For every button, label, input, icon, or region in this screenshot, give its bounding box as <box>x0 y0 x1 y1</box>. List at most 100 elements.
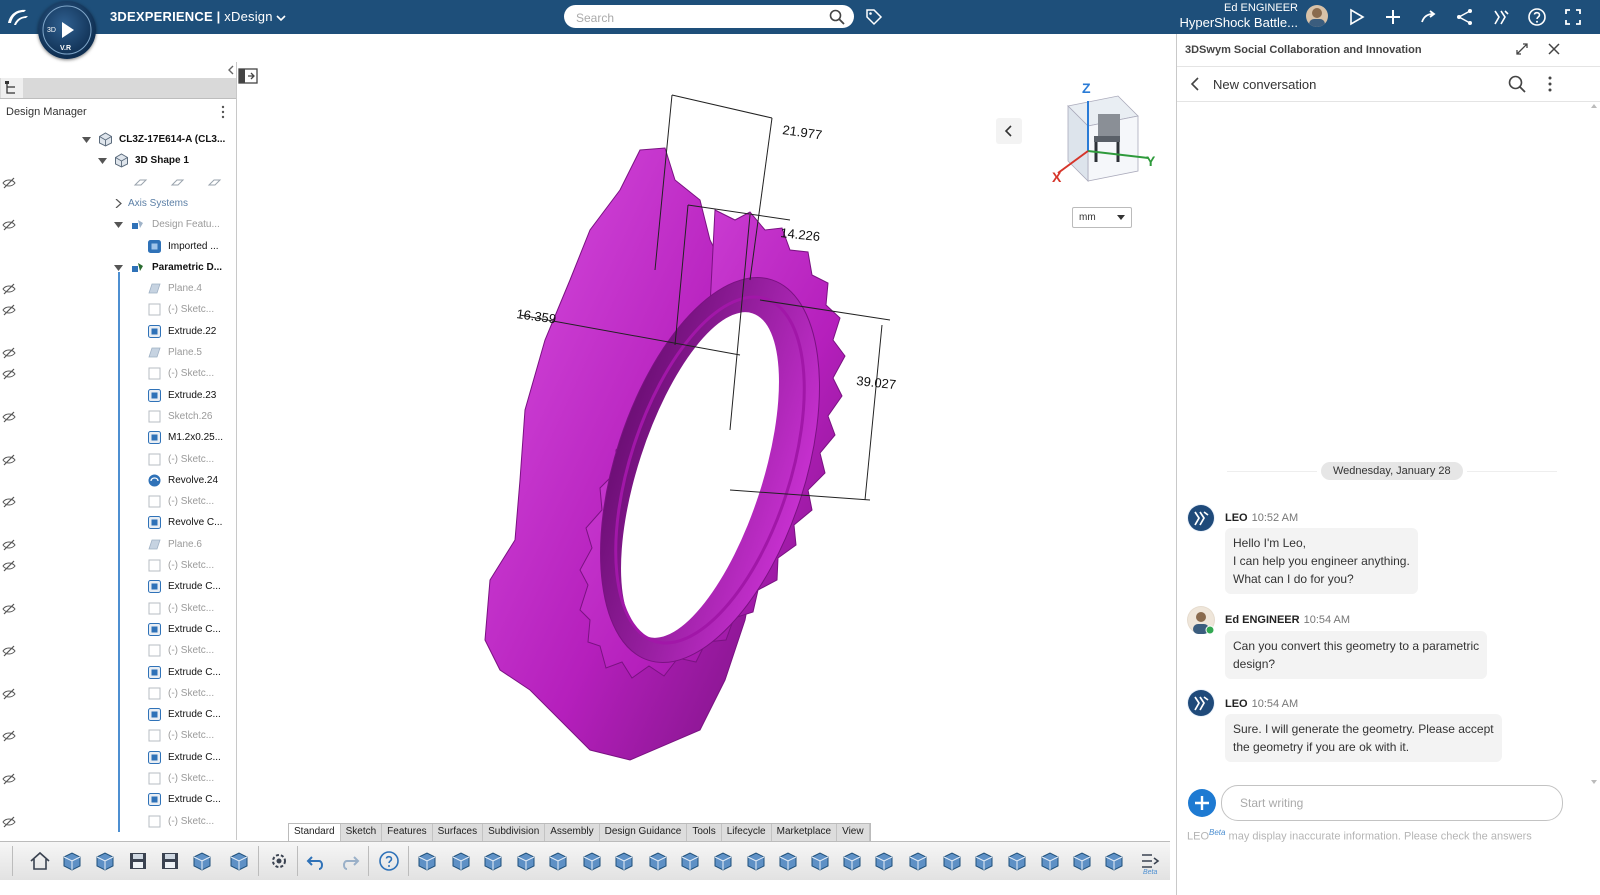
sweep-icon[interactable] <box>514 849 538 873</box>
tab-subdivision[interactable]: Subdivision <box>483 824 546 842</box>
tree-row[interactable]: CL3Z-17E614-A (CL3... <box>0 130 236 150</box>
pattern-icon[interactable] <box>808 849 832 873</box>
tree-row[interactable] <box>0 173 236 193</box>
tree-row[interactable]: Design Featu... <box>0 215 236 235</box>
search-icon[interactable] <box>828 8 846 26</box>
plane-zx-icon[interactable] <box>207 175 222 190</box>
hidden-eye-icon[interactable] <box>2 219 16 231</box>
expand-down-icon[interactable] <box>114 263 123 272</box>
home-icon[interactable] <box>28 849 52 873</box>
combine-icon[interactable] <box>940 849 964 873</box>
hidden-eye-icon[interactable] <box>2 304 16 316</box>
section-icon[interactable] <box>972 849 996 873</box>
shell-icon[interactable] <box>481 849 505 873</box>
hole-icon[interactable] <box>580 849 604 873</box>
tab-view[interactable]: View <box>837 824 870 842</box>
fillet-icon[interactable] <box>612 849 636 873</box>
draft-icon[interactable] <box>711 849 735 873</box>
add-attachment-button[interactable] <box>1188 789 1216 817</box>
undo-icon[interactable] <box>304 849 328 873</box>
tree-row[interactable]: Axis Systems <box>0 194 236 214</box>
options-icon[interactable] <box>227 849 251 873</box>
redo-icon[interactable] <box>338 849 362 873</box>
search-input[interactable] <box>574 8 818 27</box>
expand-right-icon[interactable] <box>114 198 123 208</box>
rib-icon[interactable] <box>840 849 864 873</box>
hidden-eye-icon[interactable] <box>2 688 16 700</box>
dimension-label[interactable]: 16.359 <box>516 306 557 326</box>
compass[interactable]: 3D V.R <box>38 1 96 59</box>
dome-icon[interactable] <box>1070 849 1094 873</box>
network-share-icon[interactable] <box>1454 6 1476 28</box>
expand-icon[interactable] <box>1515 42 1529 56</box>
leo-avatar[interactable] <box>1187 504 1215 532</box>
tab-design-guidance[interactable]: Design Guidance <box>600 824 688 842</box>
new-icon[interactable] <box>60 849 84 873</box>
save-as-icon[interactable] <box>158 849 182 873</box>
split-icon[interactable] <box>678 849 702 873</box>
hidden-eye-icon[interactable] <box>2 496 16 508</box>
tab-tools[interactable]: Tools <box>687 824 722 842</box>
chat-scrollbar[interactable] <box>1590 104 1598 784</box>
box-icon[interactable] <box>415 849 439 873</box>
hidden-eye-icon[interactable] <box>2 645 16 657</box>
expand-down-icon[interactable] <box>98 156 107 165</box>
hidden-eye-icon[interactable] <box>2 454 16 466</box>
hidden-eye-icon[interactable] <box>2 603 16 615</box>
help-icon[interactable] <box>1526 6 1548 28</box>
sprocket-model[interactable]: 21.977 14.226 16.359 39.027 <box>460 80 930 770</box>
tab-sketch[interactable]: Sketch <box>341 824 383 842</box>
tab-tree[interactable] <box>1 78 23 98</box>
hidden-eye-icon[interactable] <box>2 539 16 551</box>
share-icon[interactable] <box>1418 6 1440 28</box>
hidden-eye-icon[interactable] <box>2 730 16 742</box>
chamfer-icon[interactable] <box>646 849 670 873</box>
dimension-label[interactable]: 21.977 <box>782 122 823 142</box>
tab-assembly[interactable]: Assembly <box>545 824 600 842</box>
share-play-icon[interactable] <box>1346 6 1368 28</box>
plane-yz-icon[interactable] <box>170 175 185 190</box>
more-options-icon[interactable] <box>220 105 226 119</box>
revolve-icon[interactable] <box>546 849 570 873</box>
tab-standard[interactable]: Standard <box>289 824 341 842</box>
message-input[interactable] <box>1238 795 1542 811</box>
hidden-eye-icon[interactable] <box>2 283 16 295</box>
save-icon[interactable] <box>126 849 150 873</box>
refresh-icon[interactable] <box>190 849 214 873</box>
user-role[interactable]: Ed ENGINEER <box>1138 2 1298 14</box>
settings-icon[interactable] <box>267 849 291 873</box>
tree-row[interactable]: Imported ... <box>0 237 236 257</box>
dimension-label[interactable]: 39.027 <box>856 373 897 392</box>
add-icon[interactable] <box>1382 6 1404 28</box>
expand-down-icon[interactable] <box>114 220 123 229</box>
tab-features[interactable]: Features <box>382 824 433 842</box>
dassault-logo-icon[interactable] <box>4 5 32 29</box>
hidden-eye-icon[interactable] <box>2 347 16 359</box>
close-icon[interactable] <box>1547 42 1561 56</box>
loft-icon[interactable] <box>1102 849 1126 873</box>
hidden-eye-icon[interactable] <box>2 816 16 828</box>
app-brand[interactable]: 3DEXPERIENCE | xDesign <box>110 9 287 24</box>
back-arrow-icon[interactable] <box>1189 76 1201 92</box>
hidden-eye-icon[interactable] <box>2 773 16 785</box>
hidden-eye-icon[interactable] <box>2 411 16 423</box>
chevron-down-icon[interactable] <box>276 14 287 22</box>
more-options-icon[interactable] <box>1547 75 1553 93</box>
viewport-back-button[interactable] <box>996 118 1022 144</box>
hidden-eye-icon[interactable] <box>2 560 16 572</box>
extrude-icon[interactable] <box>449 849 473 873</box>
remove-icon[interactable] <box>1005 849 1029 873</box>
tab-lifecycle[interactable]: Lifecycle <box>722 824 772 842</box>
view-cube[interactable]: Z Y X <box>1048 76 1166 194</box>
wrap-icon[interactable] <box>906 849 930 873</box>
search-box[interactable] <box>564 5 854 28</box>
tag-icon[interactable] <box>864 7 884 27</box>
tab-surfaces[interactable]: Surfaces <box>433 824 484 842</box>
fullscreen-icon[interactable] <box>1562 6 1584 28</box>
hidden-eye-icon[interactable] <box>2 368 16 380</box>
tree-row[interactable]: 3D Shape 1 <box>0 151 236 171</box>
plane-xy-icon[interactable] <box>133 175 148 190</box>
leo-assistant-icon[interactable] <box>1490 6 1512 28</box>
tab-marketplace[interactable]: Marketplace <box>772 824 838 842</box>
user-avatar[interactable] <box>1306 5 1328 27</box>
